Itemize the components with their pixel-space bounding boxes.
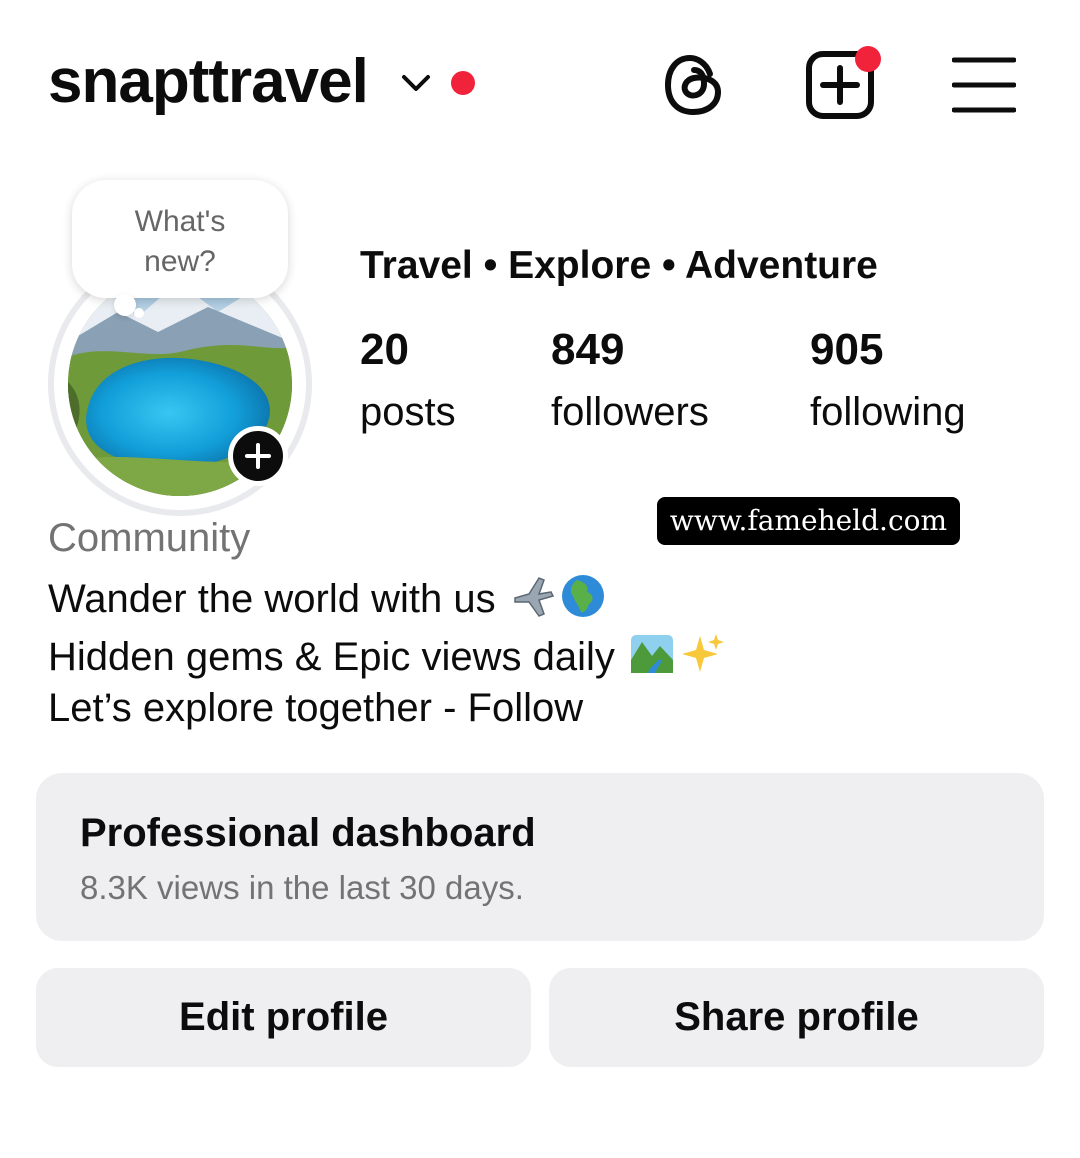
following-label: following — [810, 390, 966, 434]
share-profile-button[interactable]: Share profile — [549, 968, 1044, 1067]
followers-label: followers — [551, 390, 709, 434]
posts-count: 20 — [360, 325, 409, 374]
notification-dot — [451, 71, 475, 95]
profile-tagline: Travel • Explore • Adventure — [360, 244, 878, 287]
watermark: www.fameheld.com — [657, 497, 960, 545]
new-post-button[interactable] — [803, 46, 883, 120]
bio-line-3: Let’s explore together - Follow — [48, 686, 584, 730]
new-post-notification-dot — [855, 46, 881, 72]
plus-icon — [245, 443, 271, 469]
globe-africa-icon — [561, 575, 604, 617]
note-bubble-tail — [114, 294, 136, 316]
sparkles-icon — [682, 634, 725, 672]
airplane-icon — [513, 577, 554, 617]
add-story-button[interactable] — [228, 426, 288, 486]
profile-category: Community — [48, 516, 251, 560]
hamburger-menu-icon[interactable] — [952, 56, 1016, 114]
threads-icon[interactable] — [660, 50, 730, 120]
edit-profile-button[interactable]: Edit profile — [36, 968, 531, 1067]
bio-line-2-text: Hidden gems & Epic views daily — [48, 635, 615, 679]
dashboard-subtitle: 8.3K views in the last 30 days. — [80, 869, 524, 906]
note-bubble-line2: new? — [144, 245, 216, 278]
followers-count: 849 — [551, 325, 625, 374]
note-bubble-tail-small — [134, 308, 144, 318]
national-park-icon — [631, 635, 674, 673]
followers-stat[interactable]: 849 followers — [551, 322, 709, 438]
bio-line-1: Wander the world with us — [48, 572, 607, 622]
following-count: 905 — [810, 325, 884, 374]
posts-stat[interactable]: 20 posts — [360, 322, 456, 438]
top-bar: snapttravel — [0, 0, 1080, 170]
following-stat[interactable]: 905 following — [810, 322, 966, 438]
bio-line-2: Hidden gems & Epic views daily — [48, 630, 726, 680]
note-bubble-line1: What's — [134, 205, 226, 238]
bio-line-1-text: Wander the world with us — [48, 577, 496, 621]
account-username[interactable]: snapttravel — [48, 46, 369, 117]
posts-label: posts — [360, 390, 456, 434]
professional-dashboard-card[interactable]: Professional dashboard 8.3K views in the… — [36, 773, 1044, 941]
dashboard-title: Professional dashboard — [80, 811, 536, 855]
note-bubble[interactable]: What's new? — [72, 180, 288, 298]
chevron-down-icon[interactable] — [398, 68, 434, 98]
